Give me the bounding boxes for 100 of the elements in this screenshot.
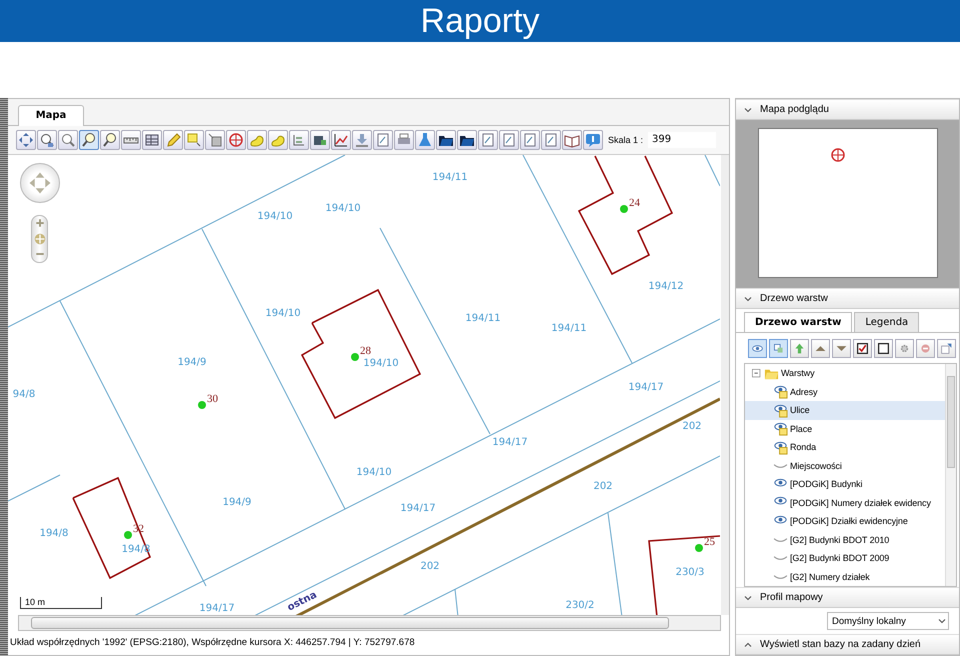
tool-button[interactable] [436,130,456,150]
panel-tab[interactable]: Legenda [854,312,920,332]
info-icon [585,132,601,148]
tool-button[interactable] [37,130,57,150]
parcel-number: 202 [593,480,613,492]
scale-field[interactable]: 399 [648,132,716,148]
parcel-number: 194/12 [648,280,684,292]
section-header[interactable]: Profil mapowy [736,587,959,608]
parcel-number: 194/10 [257,210,293,222]
tree-item[interactable]: [PODGiK] Działki ewidencyjne [745,512,945,530]
layer-name: [PODGiK] Budynki [790,479,862,490]
horizontal-scrollbar[interactable] [18,615,721,631]
document-icon [522,132,538,148]
parcel-number: 194/17 [400,502,436,514]
section-title: Profil mapowy [760,592,823,603]
overview-map[interactable] [758,128,938,278]
layer-name: Warstwy [781,368,814,378]
panel-tab[interactable]: Drzewo warstw [744,312,852,332]
address-point [620,204,628,213]
address-point [695,544,703,552]
tree-item[interactable]: Miejscowości [745,456,945,475]
section-header[interactable]: Wyświetl stan bazy na zadany dzień [736,634,959,655]
tree-item[interactable]: Ronda [745,438,945,456]
tree-item[interactable]: Adresy [745,382,945,401]
tool-button[interactable] [142,130,162,150]
magnifier-icon [102,132,118,148]
plus-icon [34,217,46,230]
tool-button[interactable] [457,130,477,150]
target-icon [228,132,244,148]
section-header[interactable]: Drzewo warstw [736,288,959,309]
scale-label: Skala 1 : [608,134,644,145]
chart-icon [333,132,349,148]
tree-item[interactable]: Warstwy [745,364,945,382]
layer-name: Ulice [790,405,810,416]
tool-button[interactable] [79,130,99,150]
tree-item[interactable]: [PODGiK] Budynki [745,475,945,494]
layer-name: [G2] Numery działek [790,572,870,582]
tool-button[interactable] [331,130,351,150]
vertical-scrollbar[interactable] [945,364,956,586]
checkbox-icon [877,342,890,355]
document-icon [375,132,391,148]
layer-name: [G2] Budynki BDOT 2010 [790,534,890,545]
scroll-thumb[interactable] [31,617,670,630]
page-title: Raporty [420,1,540,42]
address-point [198,400,206,409]
status-text: Układ współrzędnych '1992' (EPSG:2180), Współrzędne kursora X: 446257.794 | Y: 752797.678 [9,636,415,650]
house-number: 28 [360,344,371,357]
target-icon [830,147,846,163]
gear-icon [898,342,911,355]
parcel-number: 194/11 [465,312,501,324]
tool-button[interactable] [853,339,872,358]
flask-icon [417,132,433,148]
layer-name: Miejscowości [790,460,842,471]
parcel-number: 202 [682,420,702,432]
tree-item[interactable]: Place [745,420,945,438]
parcel-number: 194/10 [356,466,392,478]
parcel-number: 94/8 [12,388,36,400]
parcel-number: 194/17 [628,382,664,393]
profile-dropdown[interactable]: Domyślny lokalny [827,612,949,630]
layer-name: [PODGiK] Działki ewidencyjne [790,516,908,526]
document-icon [501,132,517,148]
tree-item[interactable]: [G2] Budynki BDOT 2009 [745,549,945,568]
map-tab[interactable]: Mapa [18,104,84,126]
layer-name: Place [790,424,812,434]
parcel-number: 194/17 [199,602,235,614]
address-point [351,352,359,361]
parcel-number: 202 [420,560,440,572]
tree-item[interactable]: [G2] Numery działek [745,568,945,586]
parcel-number: 194/11 [432,172,468,183]
zoom-in-icon [39,132,55,148]
parcel-number: 194/9 [178,356,206,368]
download-icon [354,132,370,148]
export-icon [940,342,953,355]
zoom-slider[interactable] [31,214,48,263]
tool-button[interactable] [310,130,330,150]
scroll-thumb[interactable] [947,376,955,468]
document-icon [480,132,496,148]
tool-button[interactable] [874,339,893,358]
document-icon [543,132,559,148]
pencil-icon [165,132,181,148]
tree-item[interactable]: [PODGiK] Numery działek ewidency [745,494,945,512]
section-title: Mapa podglądu [760,104,829,115]
address-point [124,530,132,539]
layer-name: [PODGiK] Numery działek ewidency [790,498,931,508]
tree-item[interactable]: [G2] Budynki BDOT 2010 [745,530,945,549]
section-title: Drzewo warstw [760,293,828,304]
section-header[interactable]: Mapa podglądu [736,99,959,120]
up-arrow-icon [793,342,806,355]
tool-button[interactable] [562,130,582,150]
tree-item[interactable]: Ulice [745,401,945,420]
parcel-number: 230/2 [566,600,594,611]
parcel-number: 230/3 [676,566,704,578]
parcel-number: 194/10 [363,358,399,369]
tool-button[interactable] [100,130,120,150]
magnifier-icon [81,132,97,148]
house-number: 30 [207,392,218,405]
table-icon [144,132,160,148]
layers-icon [772,342,785,355]
pan-icon [18,132,34,148]
square-icon [186,132,202,148]
